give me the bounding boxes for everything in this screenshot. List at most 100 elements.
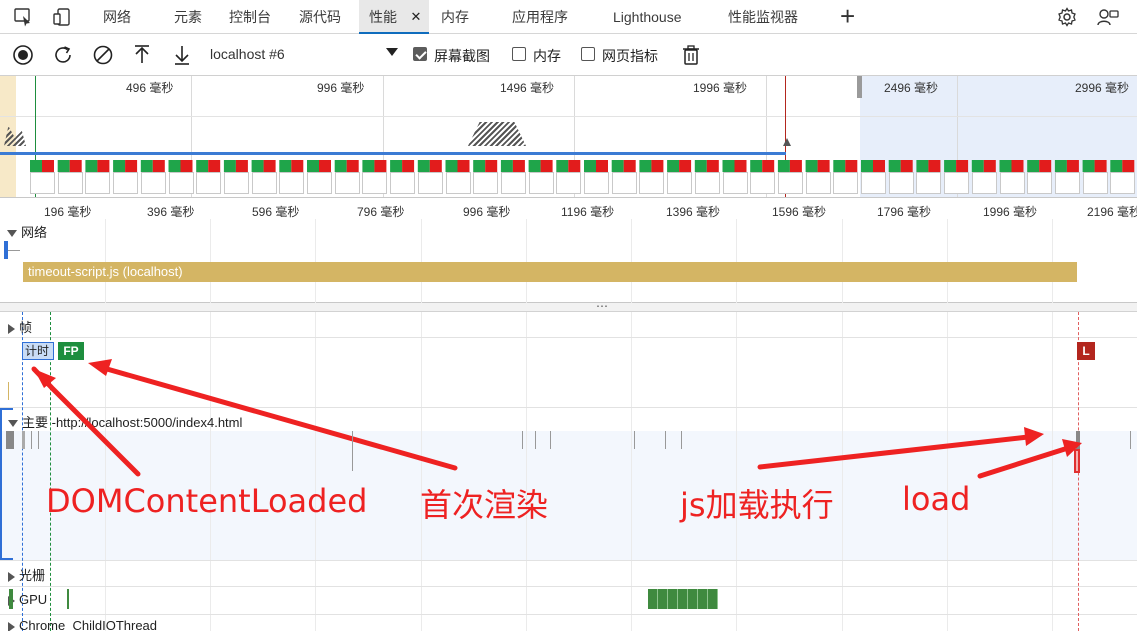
screenshot-thumbnail[interactable] (334, 172, 360, 194)
request-bar[interactable]: timeout-script.js (localhost) (23, 262, 1077, 282)
screenshot-thumbnail[interactable] (916, 172, 942, 194)
expand-arrow-icon[interactable] (8, 420, 18, 428)
load-marker[interactable]: L (1077, 342, 1095, 360)
tab-elements[interactable]: 元素 (174, 0, 202, 34)
expand-arrow-icon[interactable] (8, 571, 15, 582)
gpu-task[interactable] (648, 589, 718, 609)
screenshot-thumbnail[interactable] (390, 172, 416, 194)
expand-arrow-icon[interactable] (7, 230, 17, 238)
screenshot-thumbnail[interactable] (861, 172, 886, 194)
screenshot-thumbnail[interactable] (30, 172, 55, 194)
main-track-header[interactable]: 主要 -http://localhost:5000/index4.html (8, 412, 242, 431)
timeline-overview[interactable]: 496 毫秒 996 毫秒 1496 毫秒 1996 毫秒 2496 毫秒 29… (0, 76, 1137, 198)
screenshot-thumbnail[interactable] (417, 172, 443, 194)
tab-performance-monitor[interactable]: 性能监视器 (728, 0, 798, 34)
screenshot-filmstrip[interactable] (30, 172, 1137, 194)
screenshot-thumbnail[interactable] (140, 172, 166, 194)
screenshot-thumbnail[interactable] (223, 172, 249, 194)
screenshot-thumbnail[interactable] (722, 172, 748, 194)
screenshot-thumbnail[interactable] (1110, 172, 1136, 194)
screenshot-thumbnail[interactable] (971, 172, 997, 194)
screenshot-thumbnail[interactable] (888, 172, 914, 194)
screenshot-thumbnail[interactable] (944, 172, 970, 194)
screenshot-thumbnail[interactable] (999, 172, 1025, 194)
gpu-track-header[interactable]: GPU (8, 592, 47, 607)
gpu-task[interactable] (67, 589, 69, 609)
trash-icon[interactable] (680, 44, 702, 66)
task-block[interactable] (1076, 431, 1080, 449)
panel-splitter[interactable]: ⋯ (0, 299, 1137, 313)
gear-icon[interactable] (1057, 7, 1077, 27)
task-tick[interactable] (1130, 431, 1131, 449)
screenshot-thumbnail[interactable] (639, 172, 665, 194)
fp-marker[interactable]: FP (58, 342, 84, 360)
expand-arrow-icon[interactable] (8, 621, 15, 631)
task-tick[interactable] (535, 431, 536, 449)
screenshot-thumbnail[interactable] (196, 172, 222, 194)
task-block[interactable] (6, 431, 14, 449)
device-emulation-icon[interactable] (52, 7, 72, 27)
gpu-task[interactable] (9, 589, 13, 609)
clear-icon[interactable] (92, 44, 114, 66)
screenshot-thumbnail[interactable] (85, 172, 111, 194)
screenshot-thumbnail[interactable] (750, 172, 776, 194)
task-tick[interactable] (681, 431, 682, 449)
screenshots-checkbox[interactable] (413, 47, 427, 61)
task-tick[interactable] (550, 431, 551, 449)
inspect-element-icon[interactable] (13, 7, 33, 27)
frames-track-header[interactable]: 帧 (8, 317, 32, 336)
tab-network[interactable]: 网络 (103, 0, 131, 34)
download-icon[interactable] (171, 44, 193, 66)
reload-icon[interactable] (52, 44, 74, 66)
screenshot-thumbnail[interactable] (556, 172, 582, 194)
screenshot-thumbnail[interactable] (57, 172, 83, 194)
screenshot-thumbnail[interactable] (279, 172, 305, 194)
screenshot-thumbnail[interactable] (362, 172, 388, 194)
tab-application[interactable]: 应用程序 (512, 0, 568, 34)
screenshot-thumbnail[interactable] (1082, 172, 1108, 194)
screenshot-thumbnail[interactable] (113, 172, 139, 194)
memory-checkbox[interactable] (512, 47, 526, 61)
flame-chart[interactable]: 帧 计时 FP L 主要 -http://localhost:5000/inde… (0, 312, 1137, 631)
load-event-block[interactable] (1074, 449, 1080, 473)
raster-track-header[interactable]: 光栅 (8, 565, 45, 584)
tab-lighthouse[interactable]: Lighthouse (613, 0, 682, 34)
task-tick[interactable] (38, 431, 39, 449)
childio-track-header[interactable]: Chrome_ChildIOThread (8, 618, 157, 631)
screenshot-thumbnail[interactable] (1027, 172, 1053, 194)
screenshot-thumbnail[interactable] (307, 172, 332, 194)
task-tick[interactable] (352, 431, 353, 471)
tab-console[interactable]: 控制台 (229, 0, 271, 34)
screenshot-thumbnail[interactable] (500, 172, 526, 194)
screenshot-thumbnail[interactable] (473, 172, 499, 194)
close-tab-icon[interactable]: ✕ (408, 8, 424, 26)
screenshot-thumbnail[interactable] (694, 172, 720, 194)
screenshot-thumbnail[interactable] (168, 172, 194, 194)
task-tick[interactable] (31, 431, 32, 449)
screenshot-thumbnail[interactable] (667, 172, 693, 194)
chevron-down-icon[interactable] (386, 48, 398, 56)
record-icon[interactable] (12, 44, 34, 66)
network-track-header[interactable]: 网络 (7, 222, 47, 241)
profile-select[interactable]: localhost #6 (210, 46, 285, 62)
screenshot-thumbnail[interactable] (445, 172, 471, 194)
screenshot-thumbnail[interactable] (584, 172, 609, 194)
task-tick[interactable] (634, 431, 635, 449)
task-block[interactable] (22, 431, 25, 449)
screenshot-thumbnail[interactable] (777, 172, 803, 194)
screenshot-thumbnail[interactable] (611, 172, 637, 194)
screenshot-thumbnail[interactable] (833, 172, 859, 194)
expand-arrow-icon[interactable] (8, 323, 15, 334)
screenshot-thumbnail[interactable] (805, 172, 831, 194)
splitter-handle-icon[interactable]: ⋯ (596, 299, 609, 313)
upload-icon[interactable] (131, 44, 153, 66)
tab-memory[interactable]: 内存 (441, 0, 469, 34)
feedback-icon[interactable] (1097, 7, 1119, 27)
add-tab-icon[interactable]: + (840, 2, 855, 30)
task-tick[interactable] (665, 431, 666, 449)
task-tick[interactable] (522, 431, 523, 449)
overview-handle[interactable] (857, 76, 862, 98)
screenshot-thumbnail[interactable] (528, 172, 554, 194)
screenshot-thumbnail[interactable] (251, 172, 277, 194)
tab-sources[interactable]: 源代码 (299, 0, 341, 34)
